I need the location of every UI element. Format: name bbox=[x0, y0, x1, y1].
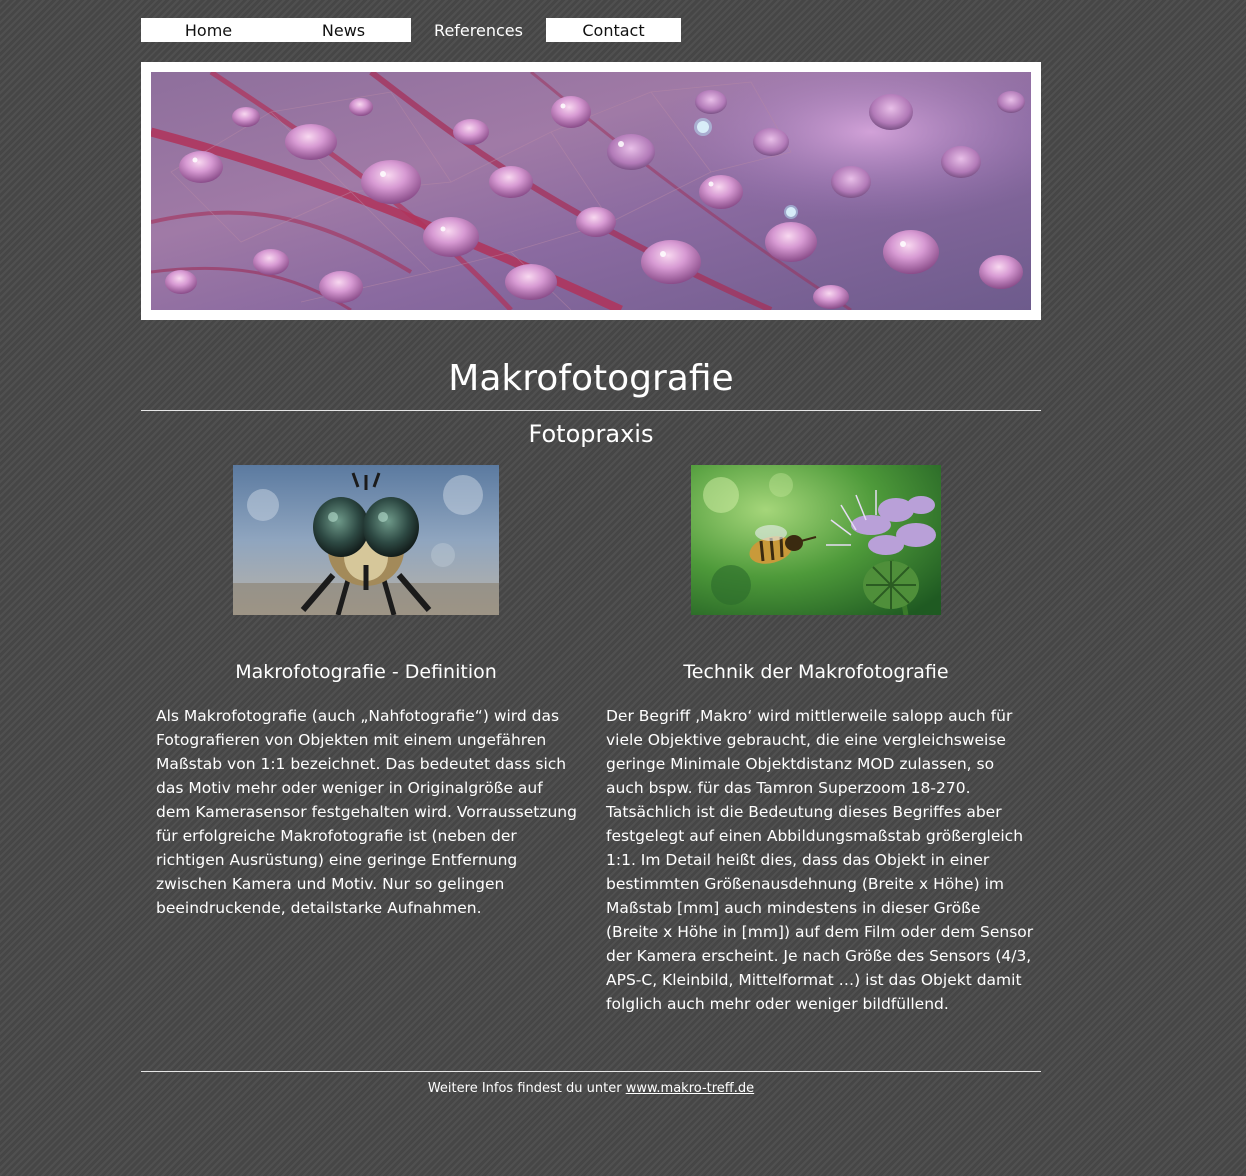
page-subtitle: Fotopraxis bbox=[528, 420, 654, 448]
banner-image bbox=[151, 72, 1031, 310]
page-title: Makrofotografie bbox=[448, 358, 734, 399]
nav-item-news[interactable]: News bbox=[276, 18, 411, 42]
robber-fly-photo bbox=[233, 465, 499, 615]
banner-frame bbox=[141, 62, 1041, 320]
footer-text: Weitere Infos findest du unter bbox=[427, 1081, 626, 1096]
nav-item-references[interactable]: References bbox=[411, 18, 546, 42]
divider-bottom bbox=[141, 1071, 1041, 1072]
nav-item-home[interactable]: Home bbox=[141, 18, 276, 42]
divider-top bbox=[141, 410, 1041, 411]
footer: Weitere Infos findest du unter www.makro… bbox=[141, 1080, 1041, 1098]
main-navigation: Home News References Contact bbox=[141, 18, 681, 42]
technique-heading: Technik der Makrofotografie bbox=[683, 661, 949, 683]
technique-text: Der Begriff ‚Makro‘ wird mittlerweile sa… bbox=[606, 707, 1034, 1013]
nav-item-contact[interactable]: Contact bbox=[546, 18, 681, 42]
definition-text: Als Makrofotografie (auch „Nahfotografie… bbox=[156, 707, 577, 917]
footer-link[interactable]: www.makro-treff.de bbox=[626, 1081, 754, 1096]
definition-heading: Makrofotografie - Definition bbox=[235, 661, 497, 683]
bee-flower-photo bbox=[691, 465, 941, 615]
